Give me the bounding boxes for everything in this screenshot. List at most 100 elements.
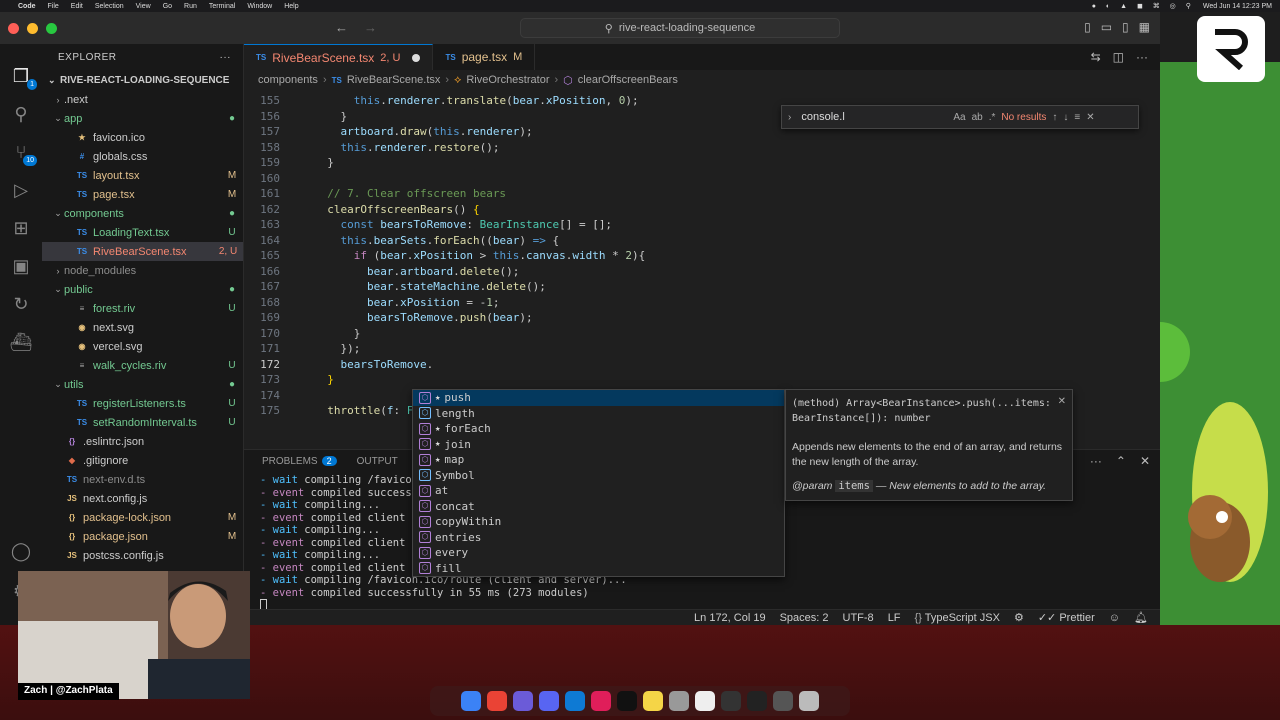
tree-item[interactable]: ◆ .gitignore <box>42 451 243 470</box>
tree-item[interactable]: TS LoadingText.tsx U <box>42 223 243 242</box>
tree-item[interactable]: ⌄ utils ● <box>42 375 243 394</box>
run-debug-icon[interactable]: ▷ <box>9 178 33 202</box>
chevron-right-icon[interactable]: › <box>788 112 791 123</box>
suggestion-item[interactable]: ⬡ every <box>413 545 784 561</box>
tree-item[interactable]: ≡ walk_cycles.riv U <box>42 356 243 375</box>
more-actions-icon[interactable]: ··· <box>220 52 232 63</box>
tree-item[interactable]: TS page.tsx M <box>42 185 243 204</box>
match-whole-word-icon[interactable]: ab <box>972 112 983 123</box>
toggle-sidebar-icon[interactable]: ▯ <box>1084 20 1091 34</box>
feedback-icon[interactable]: ☺ <box>1109 612 1120 624</box>
tree-item[interactable]: TS setRandomInterval.ts U <box>42 413 243 432</box>
toggle-panel-icon[interactable]: ▭ <box>1101 20 1112 34</box>
project-folder-row[interactable]: ⌄ RIVE-REACT-LOADING-SEQUENCE <box>42 70 243 90</box>
breadcrumb-item[interactable]: clearOffscreenBears <box>578 74 678 86</box>
back-arrow-icon[interactable]: ← <box>335 20 348 35</box>
arc-browser-icon[interactable] <box>513 691 533 711</box>
close-window-button[interactable] <box>8 22 19 34</box>
suggestion-item[interactable]: ⬡ ★ join <box>413 437 784 453</box>
tree-item[interactable]: ⌄ components ● <box>42 204 243 223</box>
settings-gear-icon[interactable]: ⚙ <box>1014 611 1024 624</box>
suggestion-item[interactable]: ⬡ ★ forEach <box>413 421 784 437</box>
minimize-window-button[interactable] <box>27 22 38 34</box>
explorer-icon[interactable]: ❐ 1 <box>9 64 37 90</box>
menu-help[interactable]: Help <box>284 3 298 10</box>
match-case-icon[interactable]: Aa <box>953 112 965 123</box>
window-icon[interactable] <box>747 691 767 711</box>
tree-item[interactable]: TS RiveBearScene.tsx 2, U <box>42 242 243 261</box>
vscode-icon[interactable] <box>565 691 585 711</box>
tab-problems[interactable]: PROBLEMS 2 <box>262 455 337 467</box>
tree-item[interactable]: ★ favicon.ico <box>42 128 243 147</box>
suggestion-item[interactable]: ⬡ concat <box>413 499 784 515</box>
menu-selection[interactable]: Selection <box>95 3 124 10</box>
menu-terminal[interactable]: Terminal <box>209 3 235 10</box>
menu-view[interactable]: View <box>136 3 151 10</box>
menu-edit[interactable]: Edit <box>71 3 83 10</box>
indentation[interactable]: Spaces: 2 <box>780 612 829 624</box>
forward-arrow-icon[interactable]: → <box>364 20 377 35</box>
split-editor-icon[interactable]: ◫ <box>1113 50 1124 64</box>
tab-output[interactable]: OUTPUT <box>357 456 398 467</box>
breadcrumb-item[interactable]: RiveOrchestrator <box>466 74 549 86</box>
tree-item[interactable]: ◉ vercel.svg <box>42 337 243 356</box>
end-of-line[interactable]: LF <box>888 612 901 624</box>
suggestion-item[interactable]: ⬡ ★ map <box>413 452 784 468</box>
search-icon[interactable]: ⚲ <box>9 102 33 126</box>
language-mode[interactable]: {} TypeScript JSX <box>915 612 1000 624</box>
tree-item[interactable]: {} .eslintrc.json <box>42 432 243 451</box>
breadcrumb-item[interactable]: components <box>258 74 318 86</box>
command-center-search[interactable]: ⚲ rive-react-loading-sequence <box>520 18 840 38</box>
live-share-icon[interactable]: ↻ <box>9 292 33 316</box>
menu-app-name[interactable]: Code <box>18 3 36 10</box>
customize-layout-icon[interactable]: ▦ <box>1139 20 1150 34</box>
terminal-icon[interactable] <box>617 691 637 711</box>
close-icon[interactable]: ✕ <box>1086 112 1094 123</box>
more-actions-icon[interactable]: ··· <box>1136 50 1148 64</box>
slack-icon[interactable] <box>591 691 611 711</box>
notifications-bell-icon[interactable]: 🔔︎ <box>1134 611 1148 624</box>
account-icon[interactable]: ◯ <box>9 539 33 563</box>
menu-window[interactable]: Window <box>247 3 272 10</box>
chrome-icon[interactable] <box>487 691 507 711</box>
tree-item[interactable]: ⌄ public ● <box>42 280 243 299</box>
discord-icon[interactable] <box>539 691 559 711</box>
menu-file[interactable]: File <box>48 3 59 10</box>
preview-icon[interactable] <box>669 691 689 711</box>
suggestion-item[interactable]: ⬡ Symbol <box>413 468 784 484</box>
app-icon[interactable] <box>773 691 793 711</box>
zoom-window-button[interactable] <box>46 22 57 34</box>
tree-item[interactable]: {} package-lock.json M <box>42 508 243 527</box>
suggestion-item[interactable]: ⬡ at <box>413 483 784 499</box>
more-actions-icon[interactable]: ··· <box>1090 454 1102 468</box>
suggestion-item[interactable]: ⬡ entries <box>413 530 784 546</box>
close-icon[interactable]: ✕ <box>1058 396 1066 407</box>
compare-changes-icon[interactable]: ⇆ <box>1091 50 1101 64</box>
tree-item[interactable]: ≡ forest.riv U <box>42 299 243 318</box>
notes-icon[interactable] <box>643 691 663 711</box>
breadcrumb-item[interactable]: RiveBearScene.tsx <box>347 74 441 86</box>
suggestion-item[interactable]: ⬡ ★ push <box>413 390 784 406</box>
encoding[interactable]: UTF-8 <box>843 612 874 624</box>
screen-recorder-icon[interactable] <box>721 691 741 711</box>
remote-explorer-icon[interactable]: ▣ <box>9 254 33 278</box>
previous-match-icon[interactable]: ↑ <box>1052 112 1057 123</box>
tree-item[interactable]: ⌄ app ● <box>42 109 243 128</box>
tree-item[interactable]: # globals.css <box>42 147 243 166</box>
suggestion-item[interactable]: ⬡ fill <box>413 561 784 577</box>
tree-item[interactable]: › node_modules <box>42 261 243 280</box>
menu-go[interactable]: Go <box>163 3 172 10</box>
toggle-secondary-sidebar-icon[interactable]: ▯ <box>1122 20 1129 34</box>
tab-page[interactable]: TS page.tsx M <box>433 44 536 70</box>
source-control-icon[interactable]: ⑂ 10 <box>9 140 37 166</box>
suggestion-item[interactable]: ⬡ length <box>413 406 784 422</box>
unsaved-dot-icon[interactable] <box>412 53 421 62</box>
find-in-selection-icon[interactable]: ≡ <box>1074 112 1080 123</box>
tree-item[interactable]: ◉ next.svg <box>42 318 243 337</box>
tree-item[interactable]: TS layout.tsx M <box>42 166 243 185</box>
menu-run[interactable]: Run <box>184 3 197 10</box>
maximize-panel-icon[interactable]: ⌃ <box>1116 454 1126 468</box>
close-icon[interactable]: ✕ <box>1140 454 1150 468</box>
tree-item[interactable]: TS registerListeners.ts U <box>42 394 243 413</box>
regex-icon[interactable]: .* <box>989 112 996 123</box>
